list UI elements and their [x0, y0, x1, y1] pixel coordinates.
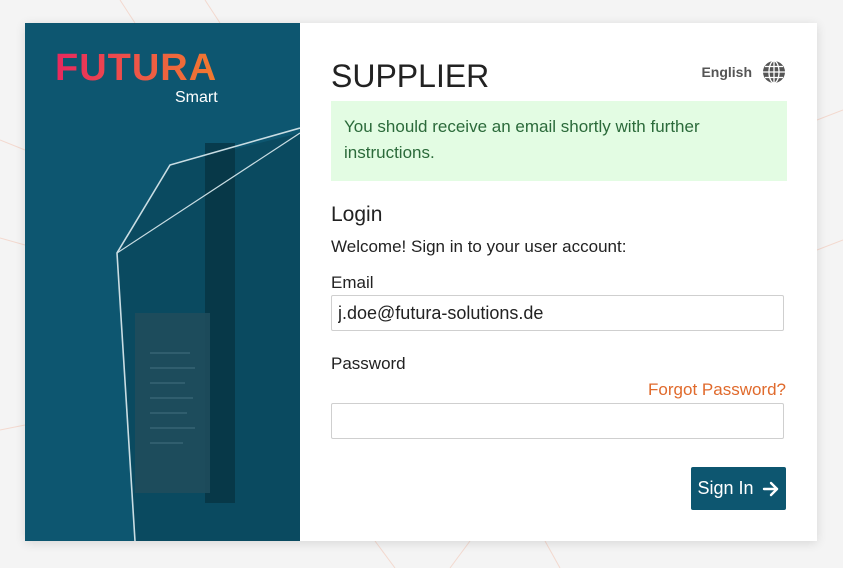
email-label: Email: [331, 273, 374, 292]
language-selector[interactable]: English: [701, 60, 786, 84]
login-form-area: SUPPLIER English You should receive an e…: [331, 23, 787, 541]
brand-subtitle: Smart: [175, 89, 218, 106]
brand-panel: FUTURA Smart: [25, 23, 300, 541]
brand-photo: [116, 127, 300, 541]
success-alert: You should receive an email shortly with…: [331, 101, 787, 181]
globe-icon: [763, 60, 785, 84]
password-field[interactable]: [331, 403, 784, 439]
login-heading: Login: [331, 203, 383, 226]
sign-in-label: Sign In: [697, 478, 754, 498]
password-label: Password: [331, 354, 406, 373]
login-card: FUTURA Smart SUPPLIER English You should…: [25, 23, 817, 541]
arrow-right-icon: [762, 481, 778, 496]
brand-logo: FUTURA: [55, 47, 218, 89]
sign-in-button[interactable]: Sign In: [691, 467, 786, 510]
email-field[interactable]: [331, 295, 784, 331]
language-label: English: [701, 64, 752, 80]
forgot-password-link[interactable]: Forgot Password?: [648, 380, 786, 400]
page-title: SUPPLIER: [331, 58, 490, 94]
welcome-text: Welcome! Sign in to your user account:: [331, 237, 627, 256]
